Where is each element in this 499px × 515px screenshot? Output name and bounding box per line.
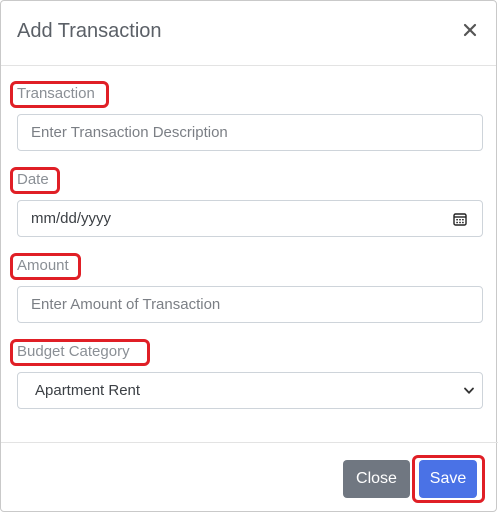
modal-header: Add Transaction bbox=[1, 1, 496, 66]
amount-input[interactable]: Enter Amount of Transaction bbox=[17, 286, 483, 323]
date-label: Date bbox=[17, 171, 49, 188]
close-button[interactable]: Close bbox=[343, 460, 410, 498]
modal-footer: Close Save bbox=[1, 442, 498, 513]
budget-category-value: Apartment Rent bbox=[35, 382, 141, 399]
amount-placeholder: Enter Amount of Transaction bbox=[31, 296, 221, 313]
save-button[interactable]: Save bbox=[419, 460, 477, 498]
budget-category-select[interactable]: Apartment Rent bbox=[17, 372, 483, 409]
date-value: mm/dd/yyyy bbox=[31, 210, 112, 227]
amount-label: Amount bbox=[17, 257, 69, 274]
modal-title: Add Transaction bbox=[17, 20, 162, 42]
transaction-input[interactable]: Enter Transaction Description bbox=[17, 114, 483, 151]
chevron-down-icon bbox=[464, 387, 474, 394]
close-icon[interactable] bbox=[460, 20, 480, 40]
transaction-label: Transaction bbox=[17, 85, 95, 102]
calendar-icon[interactable] bbox=[453, 212, 467, 226]
date-input[interactable]: mm/dd/yyyy bbox=[17, 200, 483, 237]
budget-category-label: Budget Category bbox=[17, 343, 130, 360]
transaction-placeholder: Enter Transaction Description bbox=[31, 124, 228, 141]
add-transaction-modal: Add Transaction Transaction Enter Transa… bbox=[0, 0, 498, 513]
